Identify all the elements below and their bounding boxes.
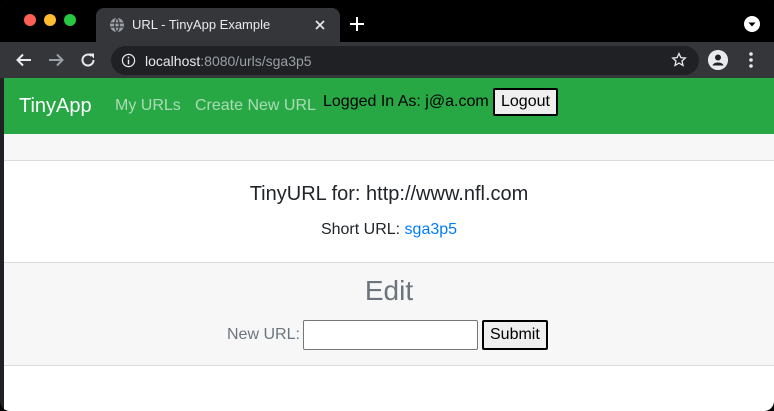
edit-section: Edit New URL: Submit	[4, 262, 774, 366]
logged-in-text: Logged In As: j@a.com	[323, 93, 489, 110]
page-viewport: TinyApp My URLs Create New URL Logged In…	[4, 78, 774, 411]
kebab-menu-icon[interactable]	[745, 51, 757, 69]
short-url-label: Short URL:	[320, 221, 405, 238]
edit-title: Edit	[364, 275, 414, 306]
brand-link[interactable]: TinyApp	[19, 95, 92, 118]
tab-title: URL - TinyApp Example	[132, 17, 271, 32]
minimize-window-button[interactable]	[44, 14, 56, 26]
browser-window: URL - TinyApp Example localhost:8080/url…	[0, 0, 774, 411]
new-url-label: New URL:	[227, 326, 300, 343]
url-text: localhost:8080/urls/sga3p5	[145, 53, 312, 69]
zoom-window-button[interactable]	[64, 14, 76, 26]
url-host: localhost	[145, 53, 201, 69]
submit-button[interactable]: Submit	[482, 320, 548, 350]
profile-icon[interactable]	[708, 50, 728, 70]
edit-form: New URL: Submit	[4, 319, 774, 351]
arrow-left-icon[interactable]	[15, 51, 33, 69]
short-url-line: Short URL: sga3p5	[4, 221, 774, 239]
close-icon[interactable]	[312, 17, 328, 33]
chevron-down-icon[interactable]	[744, 16, 760, 32]
close-window-button[interactable]	[24, 14, 36, 26]
browser-toolbar: localhost:8080/urls/sga3p5	[0, 42, 774, 78]
card-header	[4, 134, 774, 161]
nav-create-new-url[interactable]: Create New URL	[195, 97, 316, 115]
card-title: TinyURL for: http://www.nfl.com	[249, 183, 529, 205]
nav-my-urls[interactable]: My URLs	[115, 97, 181, 115]
plus-icon[interactable]	[348, 15, 366, 33]
globe-icon	[110, 17, 124, 33]
new-url-input[interactable]	[303, 320, 478, 350]
info-icon[interactable]	[121, 53, 136, 68]
reload-icon[interactable]	[79, 51, 97, 69]
arrow-right-icon[interactable]	[47, 51, 65, 69]
short-url-link[interactable]: sga3p5	[405, 221, 458, 238]
browser-tab[interactable]: URL - TinyApp Example	[96, 8, 340, 42]
address-bar[interactable]: localhost:8080/urls/sga3p5	[111, 46, 699, 75]
logout-button[interactable]: Logout	[493, 88, 558, 116]
tab-strip: URL - TinyApp Example	[0, 0, 774, 42]
star-icon[interactable]	[671, 52, 687, 68]
url-card-body: TinyURL for: http://www.nfl.com Short UR…	[4, 161, 774, 262]
site-navbar: TinyApp My URLs Create New URL Logged In…	[4, 78, 774, 134]
url-path: :8080/urls/sga3p5	[200, 53, 312, 69]
